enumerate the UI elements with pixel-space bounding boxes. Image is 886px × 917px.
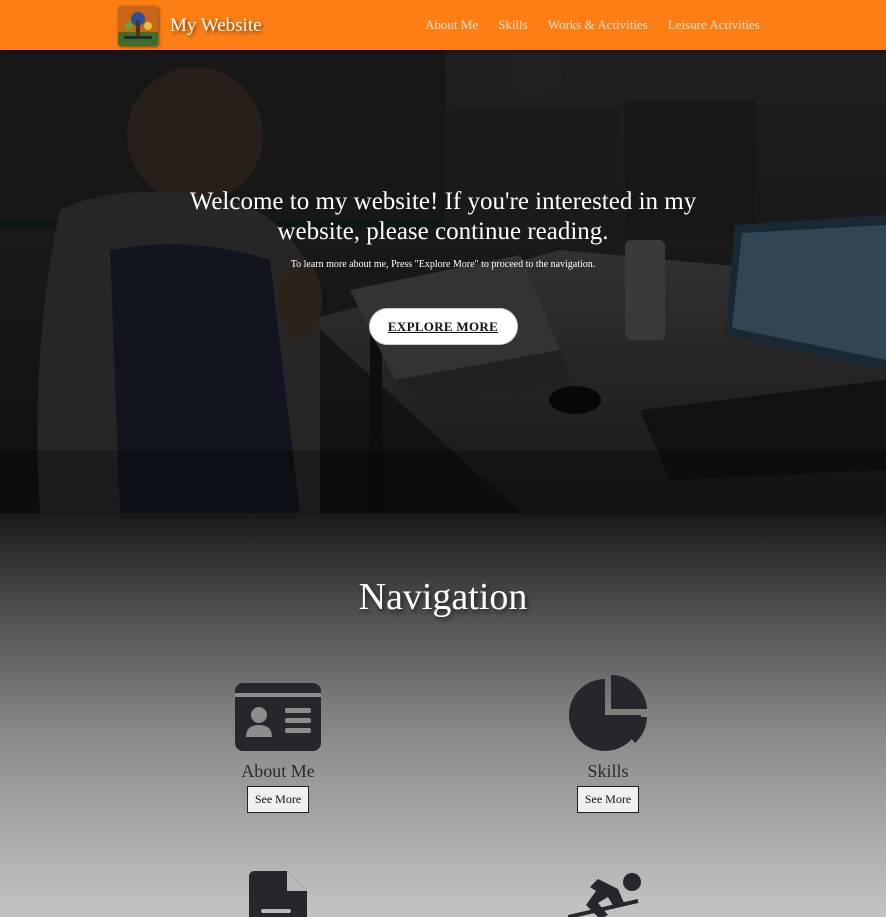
nav-menu: About Me Skills Works & Activities Leisu… — [425, 17, 780, 33]
about-me-see-more-button[interactable]: See More — [246, 786, 310, 813]
card-leisure-activities — [508, 871, 708, 917]
brand-logo-icon — [118, 6, 158, 46]
card-about-me-label: About Me — [241, 761, 315, 781]
id-card-icon — [235, 683, 321, 751]
skills-see-more-button[interactable]: See More — [576, 786, 640, 813]
nav-skills[interactable]: Skills — [498, 17, 528, 33]
card-works-activities — [178, 871, 378, 917]
nav-about-me[interactable]: About Me — [425, 17, 478, 33]
nav-works-activities[interactable]: Works & Activities — [548, 17, 648, 33]
hero-section: Welcome to my website! If you're interes… — [0, 50, 886, 513]
pie-chart-icon — [569, 674, 647, 751]
navigation-title: Navigation — [358, 576, 528, 618]
card-skills: Skills See More — [508, 661, 708, 813]
top-navbar: My Website About Me Skills Works & Activ… — [0, 0, 886, 50]
hero-content: Welcome to my website! If you're interes… — [0, 187, 886, 345]
nav-leisure-activities[interactable]: Leisure Activities — [668, 17, 760, 33]
hero-subtitle: To learn more about me, Press "Explore M… — [290, 259, 596, 270]
card-skills-label: Skills — [587, 761, 629, 781]
skiing-icon — [568, 873, 641, 917]
document-icon — [249, 871, 307, 917]
explore-more-button[interactable]: EXPLORE MORE — [368, 308, 518, 345]
brand-name: My Website — [170, 15, 262, 36]
card-about-me: About Me See More — [178, 661, 378, 813]
hero-title: Welcome to my website! If you're interes… — [189, 188, 697, 245]
brand-link[interactable]: My Website — [118, 6, 262, 46]
navigation-section: Navigation About Me See More Skills See … — [0, 513, 886, 917]
